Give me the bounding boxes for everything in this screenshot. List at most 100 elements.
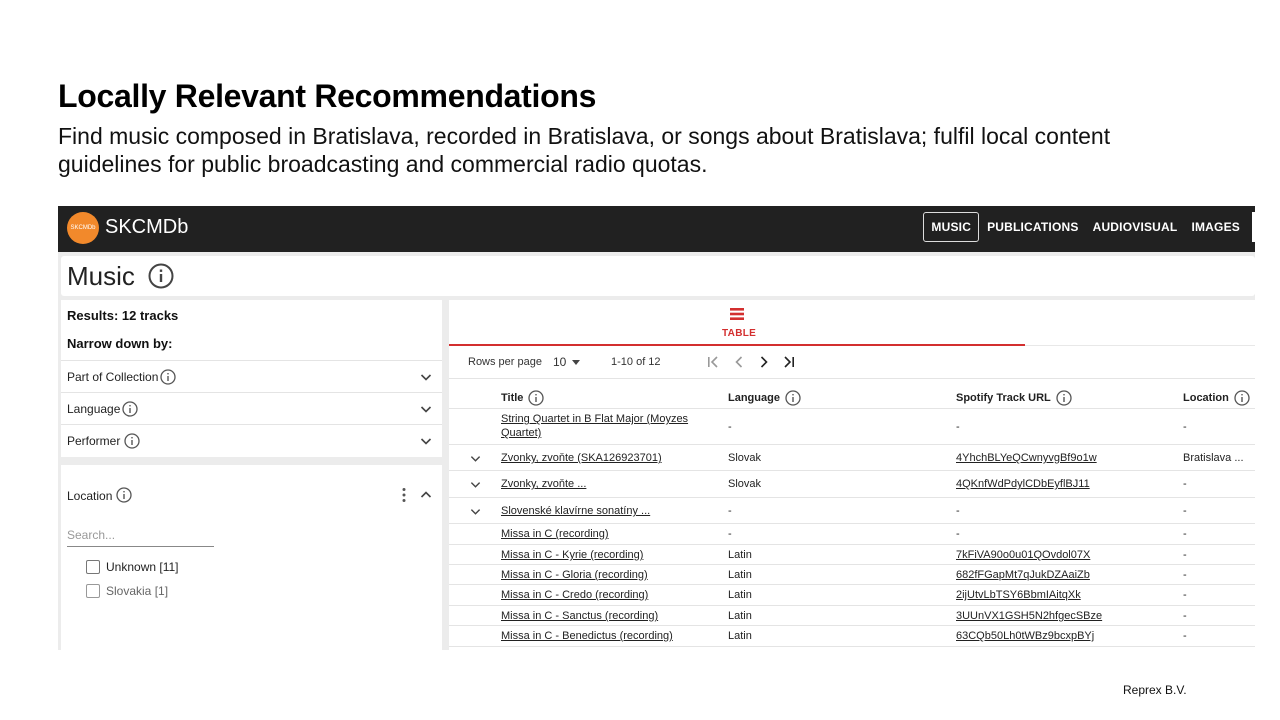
info-icon[interactable]	[160, 369, 176, 385]
table-icon	[730, 308, 744, 320]
column-header-location[interactable]: Location	[1183, 390, 1250, 406]
slide-title: Locally Relevant Recommendations	[58, 78, 597, 114]
spotify-link[interactable]: 63CQb50Lh0tWBz9bcxpBYj	[956, 629, 1094, 643]
location-cell: -	[1183, 421, 1187, 433]
filter-panel: Results: 12 tracks Narrow down by: Part …	[61, 300, 442, 457]
location-cell: -	[1183, 610, 1187, 622]
facet-label: Language	[67, 402, 121, 416]
last-page-icon[interactable]	[782, 355, 796, 369]
nav-images[interactable]: IMAGES	[1184, 212, 1247, 242]
expand-row-icon[interactable]	[470, 479, 481, 490]
info-icon[interactable]	[148, 263, 174, 289]
next-page-icon[interactable]	[757, 355, 771, 369]
location-option-unknown[interactable]: Unknown [11]	[86, 560, 179, 574]
location-option-slovakia[interactable]: Slovakia [1]	[86, 584, 168, 598]
table-row[interactable]: Missa in C - Credo (recording) Latin 2ij…	[449, 585, 1255, 606]
location-cell: -	[1183, 569, 1187, 581]
language-cell: Slovak	[728, 478, 762, 490]
table-row[interactable]: Slovenské klavírne sonatíny ... - - -	[449, 498, 1255, 524]
expand-row-icon[interactable]	[470, 506, 481, 517]
track-title-link[interactable]: Missa in C - Gloria (recording)	[501, 568, 648, 582]
info-icon[interactable]	[116, 487, 132, 503]
track-title-link[interactable]: Zvonky, zvoňte (SKA126923701)	[501, 451, 662, 465]
narrow-down-label: Narrow down by:	[67, 336, 173, 351]
track-title-link[interactable]: Missa in C (recording)	[501, 527, 609, 541]
view-tabs: TABLE	[449, 300, 1255, 346]
track-title-link[interactable]: Missa in C - Kyrie (recording)	[501, 548, 643, 562]
checkbox[interactable]	[86, 584, 100, 598]
facet-part-of-collection[interactable]: Part of Collection	[61, 360, 442, 392]
spotify-link[interactable]: 4YhchBLYeQCwnyvgBf9o1w	[956, 451, 1097, 465]
table-row[interactable]: Missa in C - Gloria (recording) Latin 68…	[449, 565, 1255, 585]
page-header: Music	[61, 256, 1255, 296]
nav-audiovisual[interactable]: AUDIOVISUAL	[1086, 212, 1185, 242]
location-search-input[interactable]	[67, 523, 214, 547]
chevron-up-icon[interactable]	[420, 489, 432, 501]
table-row[interactable]: Zvonky, zvoňte (SKA126923701) Slovak 4Yh…	[449, 445, 1255, 471]
nav-publications[interactable]: PUBLICATIONS	[980, 212, 1086, 242]
info-icon[interactable]	[528, 390, 545, 406]
nav-music[interactable]: MUSIC	[923, 212, 980, 242]
tab-label: TABLE	[722, 328, 757, 339]
chevron-down-icon[interactable]	[420, 371, 432, 383]
main-nav: MUSIC PUBLICATIONS AUDIOVISUAL IMAGES	[923, 212, 1255, 242]
table-row[interactable]: Missa in C - Benedictus (recording) Lati…	[449, 626, 1255, 647]
track-title-link[interactable]: Missa in C - Benedictus (recording)	[501, 629, 673, 643]
table-row[interactable]: Zvonky, zvoňte ... Slovak 4QKnfWdPdylCDb…	[449, 471, 1255, 498]
column-label: Title	[501, 392, 524, 404]
tab-table[interactable]: TABLE	[449, 300, 1025, 346]
info-icon[interactable]	[1056, 390, 1072, 406]
brand-name[interactable]: SKCMDb	[105, 216, 188, 239]
spotify-link[interactable]: 2ijUtvLbTSY6BbmIAitqXk	[956, 588, 1081, 602]
language-cell: -	[728, 421, 732, 433]
first-page-icon[interactable]	[706, 355, 720, 369]
more-options-icon[interactable]	[401, 487, 407, 503]
table-row[interactable]: String Quartet in B Flat Major (Moyzes Q…	[449, 409, 1255, 445]
rows-per-page-label: Rows per page	[468, 356, 542, 368]
facet-performer[interactable]: Performer	[61, 424, 442, 456]
results-count: Results: 12 tracks	[67, 308, 179, 323]
spotify-link[interactable]: 3UUnVX1GSH5N2hfgecSBze	[956, 609, 1102, 623]
spotify-cell: -	[956, 421, 960, 433]
checkbox[interactable]	[86, 560, 100, 574]
track-title-link[interactable]: Missa in C - Credo (recording)	[501, 588, 648, 602]
rows-per-page-select[interactable]: 10	[553, 355, 566, 369]
prev-page-icon[interactable]	[732, 355, 746, 369]
table-row[interactable]: Missa in C - Sanctus (recording) Latin 3…	[449, 606, 1255, 626]
spotify-link[interactable]: 682fFGapMt7qJukDZAaiZb	[956, 568, 1090, 582]
option-label: Slovakia [1]	[106, 584, 169, 598]
track-title-link[interactable]: String Quartet in B Flat Major (Moyzes Q…	[501, 412, 701, 440]
logo-icon[interactable]: SKCMDb	[67, 212, 99, 244]
column-header-language[interactable]: Language	[728, 390, 801, 406]
table-row[interactable]: Missa in C (recording) - - -	[449, 524, 1255, 545]
spotify-link[interactable]: 7kFiVA90o0u01QOvdol07X	[956, 548, 1090, 562]
option-label: Unknown [11]	[106, 560, 179, 574]
track-title-link[interactable]: Slovenské klavírne sonatíny ...	[501, 504, 650, 518]
language-cell: Latin	[728, 569, 752, 581]
facet-language[interactable]: Language	[61, 392, 442, 424]
chevron-down-icon[interactable]	[420, 435, 432, 447]
track-title-link[interactable]: Zvonky, zvoňte ...	[501, 477, 586, 491]
spotify-link[interactable]: 4QKnfWdPdylCDbEyflBJ11	[956, 477, 1090, 491]
language-cell: Slovak	[728, 452, 762, 464]
slide-subtitle: Find music composed in Bratislava, recor…	[58, 123, 1111, 177]
column-label: Location	[1183, 392, 1229, 404]
track-title-link[interactable]: Missa in C - Sanctus (recording)	[501, 609, 658, 623]
info-icon[interactable]	[1234, 390, 1250, 406]
location-cell: -	[1183, 528, 1187, 540]
table-row[interactable]: Missa in C - Kyrie (recording) Latin 7kF…	[449, 545, 1255, 565]
column-header-title[interactable]: Title	[501, 390, 545, 406]
results-panel: TABLE Rows per page 10 1-10 of 12 Title …	[449, 300, 1255, 650]
spotify-cell: -	[956, 505, 960, 517]
info-icon[interactable]	[122, 401, 138, 417]
language-cell: Latin	[728, 630, 752, 642]
chevron-down-icon[interactable]	[420, 403, 432, 415]
info-icon[interactable]	[124, 433, 140, 449]
column-header-spotify[interactable]: Spotify Track URL	[956, 390, 1072, 406]
facet-label: Part of Collection	[67, 370, 159, 384]
expand-row-icon[interactable]	[470, 453, 481, 464]
language-cell: Latin	[728, 610, 752, 622]
location-facet-panel: Location Unknown [11] Slovakia [1]	[61, 465, 442, 650]
caret-down-icon[interactable]	[572, 360, 580, 365]
info-icon[interactable]	[785, 390, 801, 406]
